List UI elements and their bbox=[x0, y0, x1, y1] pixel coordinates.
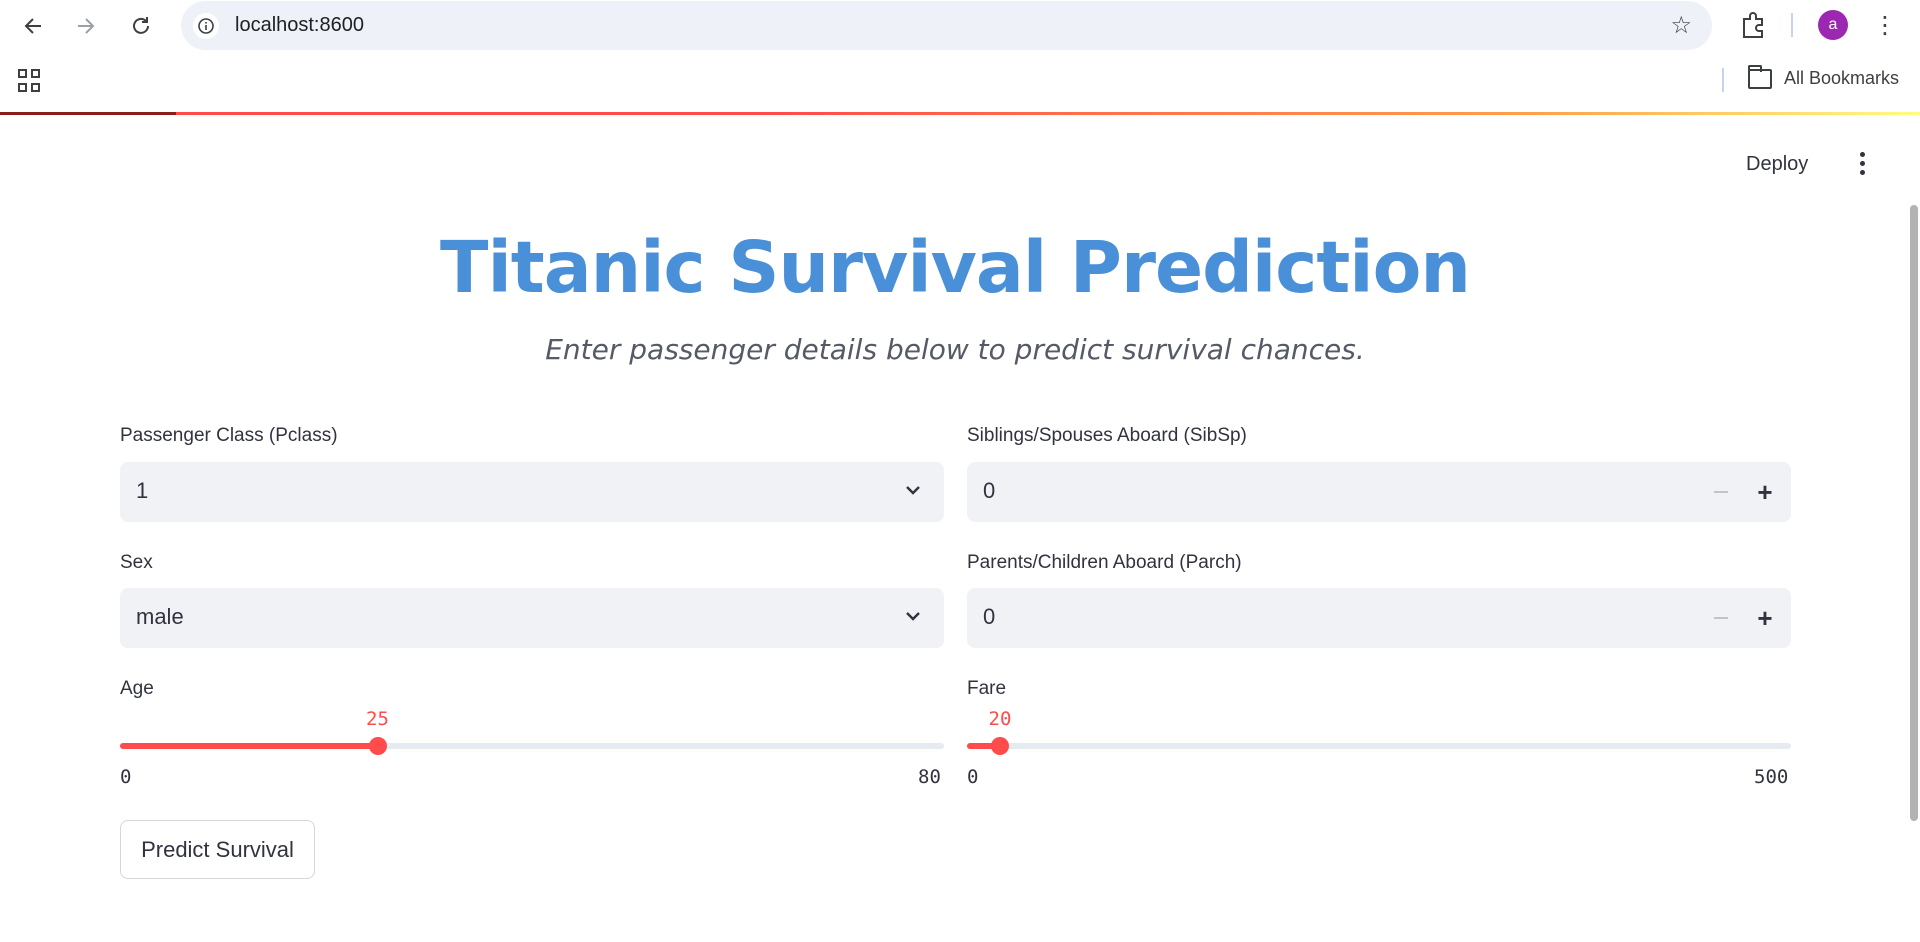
address-bar[interactable]: localhost:8600 ☆ bbox=[181, 1, 1712, 50]
age-slider-fill bbox=[120, 743, 378, 749]
predict-survival-button[interactable]: Predict Survival bbox=[120, 820, 315, 879]
fare-slider-thumb[interactable] bbox=[990, 737, 1009, 755]
avatar[interactable]: a bbox=[1818, 10, 1848, 40]
app-main: Deploy Titanic Survival Prediction Enter… bbox=[0, 115, 1920, 942]
age-slider[interactable]: 25 bbox=[120, 708, 944, 776]
fare-label: Fare bbox=[967, 678, 1007, 699]
extensions-icon[interactable] bbox=[1738, 10, 1768, 40]
sibsp-increment-button[interactable]: + bbox=[1753, 479, 1777, 505]
page-title: Titanic Survival Prediction bbox=[440, 226, 1471, 309]
age-current-value: 25 bbox=[366, 708, 389, 730]
parch-number-input[interactable]: 0 + bbox=[967, 588, 1791, 648]
age-min: 0 bbox=[120, 766, 132, 788]
sibsp-number-input[interactable]: 0 + bbox=[967, 462, 1791, 522]
fare-slider[interactable]: 20 bbox=[967, 708, 1791, 776]
pclass-label: Passenger Class (Pclass) bbox=[120, 425, 338, 446]
fare-slider-track[interactable] bbox=[967, 743, 1791, 749]
folder-icon bbox=[1748, 64, 1772, 89]
url-text[interactable]: localhost:8600 bbox=[235, 14, 364, 37]
age-label: Age bbox=[120, 678, 154, 699]
sibsp-label: Siblings/Spouses Aboard (SibSp) bbox=[967, 425, 1247, 446]
back-icon[interactable] bbox=[17, 10, 49, 42]
sex-label: Sex bbox=[120, 552, 153, 573]
reload-icon[interactable] bbox=[125, 10, 157, 42]
browser-toolbar: localhost:8600 ☆ a ⋮ bbox=[0, 0, 1920, 51]
app-menu-icon[interactable] bbox=[1852, 148, 1872, 178]
parch-value[interactable]: 0 bbox=[983, 604, 995, 630]
sibsp-value[interactable]: 0 bbox=[983, 478, 995, 504]
pclass-value: 1 bbox=[136, 478, 149, 503]
browser-menu-icon[interactable]: ⋮ bbox=[1873, 10, 1897, 40]
bookmarks-divider bbox=[1722, 68, 1724, 92]
pclass-select[interactable]: 1 bbox=[120, 462, 944, 522]
star-icon[interactable]: ☆ bbox=[1670, 11, 1692, 40]
parch-label: Parents/Children Aboard (Parch) bbox=[967, 552, 1242, 573]
chevron-down-icon bbox=[906, 612, 920, 621]
all-bookmarks-label: All Bookmarks bbox=[1784, 68, 1900, 88]
all-bookmarks-button[interactable]: All Bookmarks bbox=[1748, 64, 1900, 89]
deploy-button[interactable]: Deploy bbox=[1746, 153, 1808, 176]
forward-icon[interactable] bbox=[70, 10, 102, 42]
info-icon[interactable] bbox=[193, 13, 219, 39]
chevron-down-icon bbox=[906, 486, 920, 495]
apps-icon[interactable] bbox=[18, 69, 42, 93]
sex-select[interactable]: male bbox=[120, 588, 944, 648]
age-max: 80 bbox=[918, 766, 941, 788]
fare-current-value: 20 bbox=[988, 708, 1012, 730]
page-subtitle: Enter passenger details below to predict… bbox=[545, 333, 1365, 366]
parch-decrement-button[interactable] bbox=[1711, 608, 1731, 628]
toolbar-divider bbox=[1791, 13, 1793, 37]
age-slider-thumb[interactable] bbox=[368, 737, 387, 755]
sibsp-decrement-button[interactable] bbox=[1711, 482, 1731, 502]
scrollbar[interactable] bbox=[1910, 205, 1918, 821]
fare-min: 0 bbox=[967, 766, 979, 788]
parch-increment-button[interactable]: + bbox=[1753, 605, 1777, 631]
fare-max: 500 bbox=[1754, 766, 1789, 788]
sex-value: male bbox=[136, 604, 184, 629]
bookmarks-bar bbox=[0, 51, 1920, 111]
